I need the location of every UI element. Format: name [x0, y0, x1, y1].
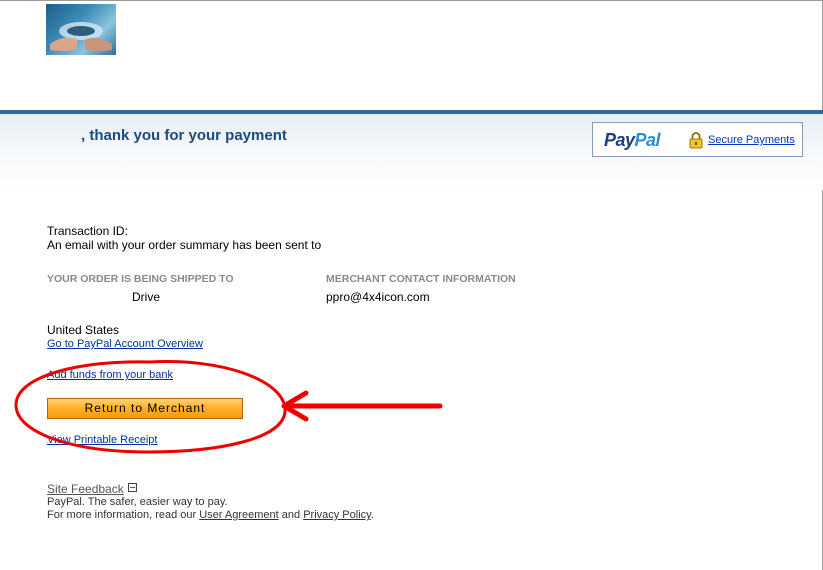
user-agreement-link[interactable]: User Agreement [199, 509, 278, 521]
annotation-arrow-head [281, 390, 309, 422]
header-divider [0, 110, 823, 114]
add-funds-link[interactable]: Add funds from your bank [47, 369, 173, 381]
shipping-heading: YOUR ORDER IS BEING SHIPPED TO [47, 273, 234, 285]
shipping-address-line: Drive [132, 290, 161, 304]
privacy-policy-link[interactable]: Privacy Policy [303, 509, 371, 521]
footer-more-info: For more information, read our User Agre… [47, 509, 374, 521]
return-to-merchant-button[interactable]: Return to Merchant [47, 398, 243, 419]
merchant-email: ppro@4x4icon.com [326, 290, 430, 304]
account-overview-link[interactable]: Go to PayPal Account Overview [47, 338, 203, 350]
page-title: , thank you for your payment [81, 127, 287, 144]
footer-tagline: PayPal. The safer, easier way to pay. [47, 496, 228, 508]
top-border [0, 0, 823, 1]
site-feedback-link[interactable]: Site Feedback [47, 482, 124, 496]
lock-icon [689, 132, 703, 149]
paypal-logo: PayPal [604, 130, 661, 150]
printable-receipt-link[interactable]: View Printable Receipt [47, 434, 157, 446]
paypal-secure-badge: PayPal Secure Payments [592, 122, 803, 157]
shipping-country: United States [47, 323, 120, 337]
secure-payments-link[interactable]: Secure Payments [708, 134, 795, 146]
merchant-heading: MERCHANT CONTACT INFORMATION [326, 273, 516, 285]
email-summary-notice: An email with your order summary has bee… [47, 238, 322, 252]
merchant-logo [46, 4, 116, 55]
transaction-id-label: Transaction ID: [47, 224, 128, 238]
collapse-icon[interactable]: − [128, 483, 137, 492]
